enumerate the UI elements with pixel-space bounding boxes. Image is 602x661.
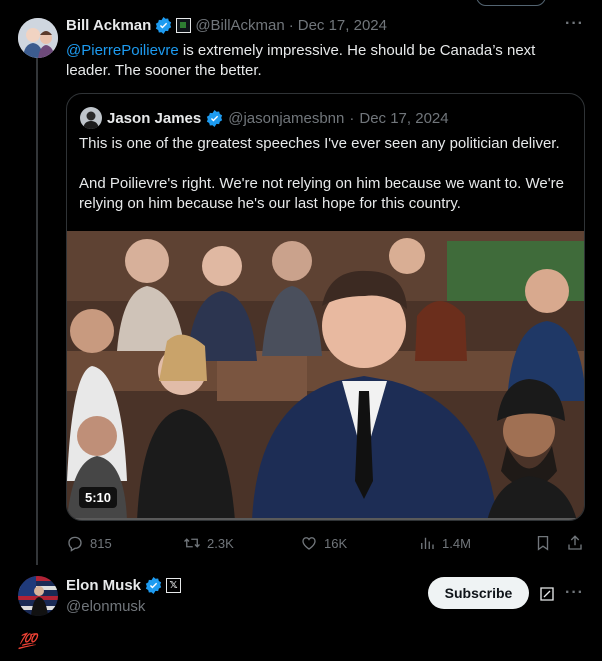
quote-header: Jason James @jasonjamesbnn · Dec 17, 202… bbox=[80, 107, 449, 129]
like-count: 16K bbox=[324, 535, 348, 551]
heart-icon bbox=[302, 537, 316, 550]
subscribe-button[interactable]: Subscribe bbox=[428, 577, 529, 609]
repost-button[interactable]: 2.3K bbox=[183, 534, 234, 552]
quote-date: Dec 17, 2024 bbox=[359, 109, 449, 127]
avatar[interactable] bbox=[18, 576, 58, 616]
tweet-date[interactable]: Dec 17, 2024 bbox=[298, 17, 387, 34]
video-duration: 5:10 bbox=[79, 487, 118, 508]
author-name[interactable]: Elon Musk bbox=[66, 577, 141, 594]
top-button-partial[interactable] bbox=[476, 0, 546, 6]
reply-text: 💯 bbox=[18, 633, 37, 650]
quote-text: This is one of the greatest speeches I'v… bbox=[79, 134, 579, 234]
author-handle[interactable]: @elonmusk bbox=[66, 598, 145, 615]
bookmark-icon bbox=[537, 535, 549, 551]
tweet-text: @PierrePoilievre is extremely impressive… bbox=[66, 41, 566, 81]
affiliation-badge-icon bbox=[176, 18, 192, 33]
reply-count: 815 bbox=[90, 535, 112, 551]
quote-author-handle: @jasonjamesbnn bbox=[228, 109, 345, 127]
author-name[interactable]: Bill Ackman bbox=[66, 17, 151, 34]
author-handle[interactable]: @BillAckman bbox=[195, 17, 284, 34]
quote-author-name: Jason James bbox=[107, 109, 202, 127]
tweet-header: Bill Ackman @BillAckman · Dec 17, 2024 bbox=[66, 17, 387, 34]
thread-line bbox=[36, 58, 38, 565]
more-icon[interactable]: ··· bbox=[565, 15, 584, 33]
like-button[interactable]: 16K bbox=[300, 534, 347, 552]
quoted-tweet[interactable]: Jason James @jasonjamesbnn · Dec 17, 202… bbox=[66, 93, 585, 521]
tweet-thread: Bill Ackman @BillAckman · Dec 17, 2024 ·… bbox=[0, 0, 602, 661]
action-bar: 815 2.3K 16K 1.4M bbox=[66, 532, 588, 556]
reply-button[interactable]: 815 bbox=[66, 534, 112, 552]
avatar bbox=[80, 107, 102, 129]
x-affiliation-icon: 𝕏 bbox=[166, 578, 182, 593]
quote-paragraph-1: This is one of the greatest speeches I'v… bbox=[79, 135, 560, 152]
reply-header: Elon Musk 𝕏 bbox=[66, 577, 182, 594]
views-count: 1.4M bbox=[442, 535, 471, 551]
video-thumbnail bbox=[67, 231, 584, 520]
mention-link[interactable]: @PierrePoilievre bbox=[66, 42, 179, 59]
reply-icon bbox=[68, 536, 82, 552]
quote-paragraph-2: And Poilievre's right. We're not relying… bbox=[79, 175, 564, 212]
reply-handle-row: @elonmusk bbox=[66, 598, 145, 615]
share-button[interactable] bbox=[566, 534, 584, 552]
repost-count: 2.3K bbox=[207, 535, 234, 551]
views-button[interactable]: 1.4M bbox=[418, 534, 471, 552]
avatar[interactable] bbox=[18, 18, 58, 58]
bookmark-button[interactable] bbox=[534, 534, 552, 552]
views-icon bbox=[421, 537, 434, 549]
verified-badge-icon bbox=[145, 577, 162, 594]
more-icon[interactable]: ··· bbox=[565, 584, 584, 602]
verified-badge-icon bbox=[156, 17, 172, 34]
grok-icon[interactable] bbox=[538, 585, 556, 603]
repost-icon bbox=[184, 538, 200, 548]
video-player[interactable]: 5:10 bbox=[67, 231, 584, 520]
verified-badge-icon bbox=[207, 109, 223, 127]
separator: · bbox=[288, 17, 294, 34]
separator: · bbox=[349, 109, 355, 127]
share-icon bbox=[568, 535, 582, 550]
